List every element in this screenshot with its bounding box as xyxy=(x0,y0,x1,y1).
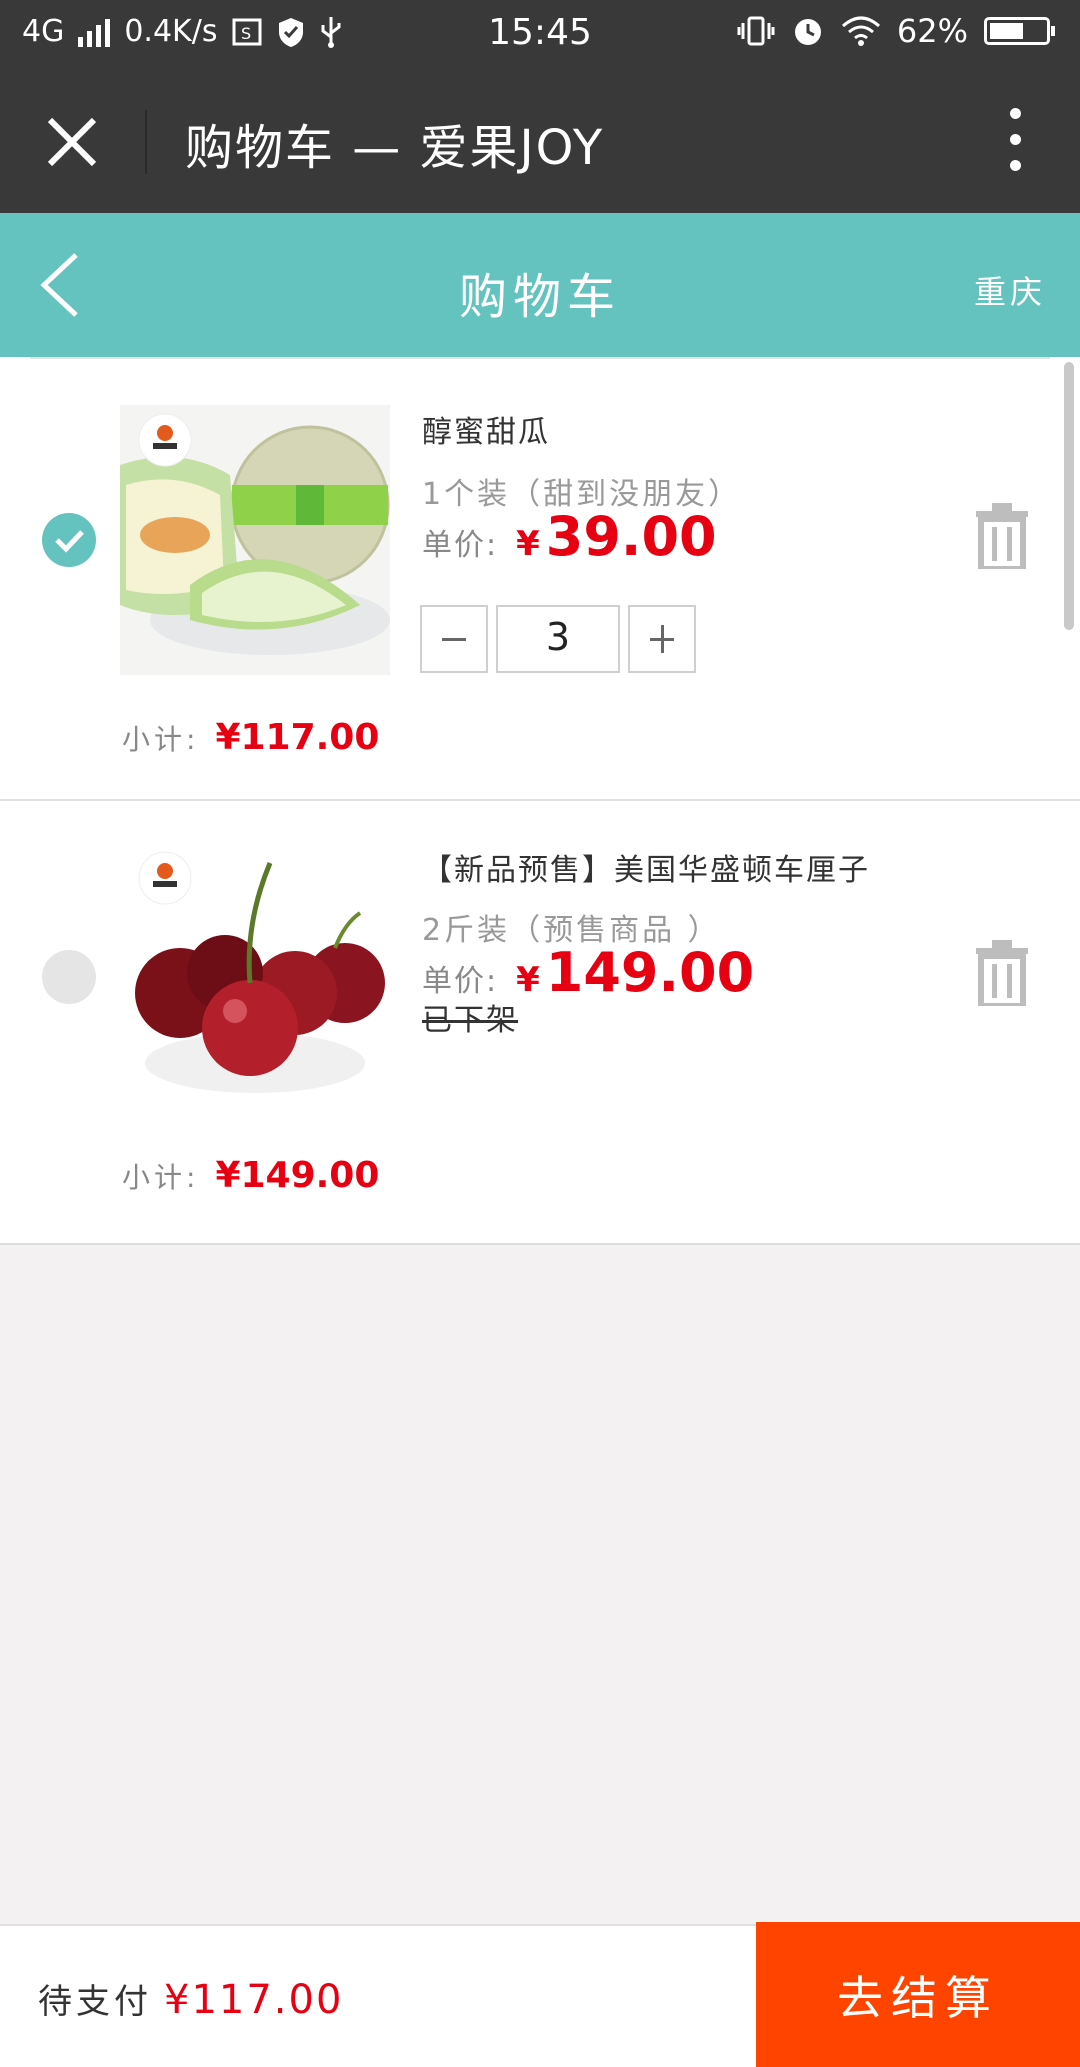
city-selector[interactable]: 重庆 xyxy=(974,267,1046,313)
item-checkbox-unchecked[interactable] xyxy=(42,950,96,1004)
pending-payment: 待支付 ¥117.00 xyxy=(38,1974,343,2023)
wifi-icon xyxy=(841,16,880,46)
more-menu-icon[interactable] xyxy=(1008,108,1022,172)
webview-titlebar: 购物车 — 爱果JOY xyxy=(0,68,1080,213)
subtotal: 小计: ¥149.00 xyxy=(122,1155,379,1196)
product-name[interactable]: 【新品预售】美国华盛顿车厘子 xyxy=(422,845,870,889)
price-label: 单价: xyxy=(422,964,499,999)
cart-item: 【新品预售】美国华盛顿车厘子 2斤装（预售商品 ） 单价: ¥ 149.00 已… xyxy=(0,801,1080,1243)
quantity-stepper: 3 xyxy=(420,605,696,673)
trash-icon[interactable] xyxy=(974,503,1030,569)
currency-symbol: ¥ xyxy=(516,524,540,564)
decrease-button[interactable] xyxy=(420,605,488,673)
alarm-icon xyxy=(794,19,821,45)
currency-symbol: ¥ xyxy=(516,960,540,1000)
vibrate-icon xyxy=(737,16,775,46)
increase-button[interactable] xyxy=(628,605,696,673)
unit-price: 149.00 xyxy=(545,941,755,1004)
price-row: 单价: ¥ 39.00 xyxy=(422,505,717,568)
item-checkbox-checked[interactable] xyxy=(42,513,96,567)
cherry-image[interactable] xyxy=(120,843,390,1113)
melon-image[interactable] xyxy=(120,405,390,675)
quantity-input[interactable]: 3 xyxy=(496,605,620,673)
scrollbar[interactable] xyxy=(1064,362,1074,630)
trash-icon[interactable] xyxy=(974,940,1030,1006)
titlebar-divider xyxy=(145,110,147,174)
off-shelf-status: 已下架 xyxy=(422,1003,518,1038)
cart-item: 醇蜜甜瓜 1个装（甜到没朋友） 单价: ¥ 39.00 3 小计: ¥117.0… xyxy=(0,357,1080,801)
battery-percent: 62% xyxy=(896,12,968,50)
status-right: 62% xyxy=(737,12,1055,50)
app-header: 购物车 重庆 xyxy=(0,213,1080,357)
subtotal: 小计: ¥117.00 xyxy=(122,717,379,758)
pending-amount: ¥117.00 xyxy=(164,1977,344,2023)
battery-icon xyxy=(984,17,1055,45)
pending-label: 待支付 xyxy=(38,1982,152,2022)
subtotal-value: ¥149.00 xyxy=(215,1155,380,1196)
close-icon[interactable] xyxy=(44,114,100,170)
page-title: 购物车 xyxy=(458,269,621,325)
subtotal-label: 小计: xyxy=(122,1161,200,1194)
checkout-button[interactable]: 去结算 xyxy=(756,1922,1080,2067)
product-name[interactable]: 醇蜜甜瓜 xyxy=(422,407,550,451)
cart-list: 醇蜜甜瓜 1个装（甜到没朋友） 单价: ¥ 39.00 3 小计: ¥117.0… xyxy=(0,357,1080,1245)
webview-title: 购物车 — 爱果JOY xyxy=(185,120,605,176)
subtotal-value: ¥117.00 xyxy=(215,717,380,758)
subtotal-label: 小计: xyxy=(122,723,200,756)
battery-fill xyxy=(990,23,1023,39)
status-bar: 4G 0.4K/s S 15:45 62% xyxy=(0,0,1080,68)
checkmark-icon xyxy=(55,530,84,553)
unit-price: 39.00 xyxy=(545,505,717,568)
price-label: 单价: xyxy=(422,528,499,563)
